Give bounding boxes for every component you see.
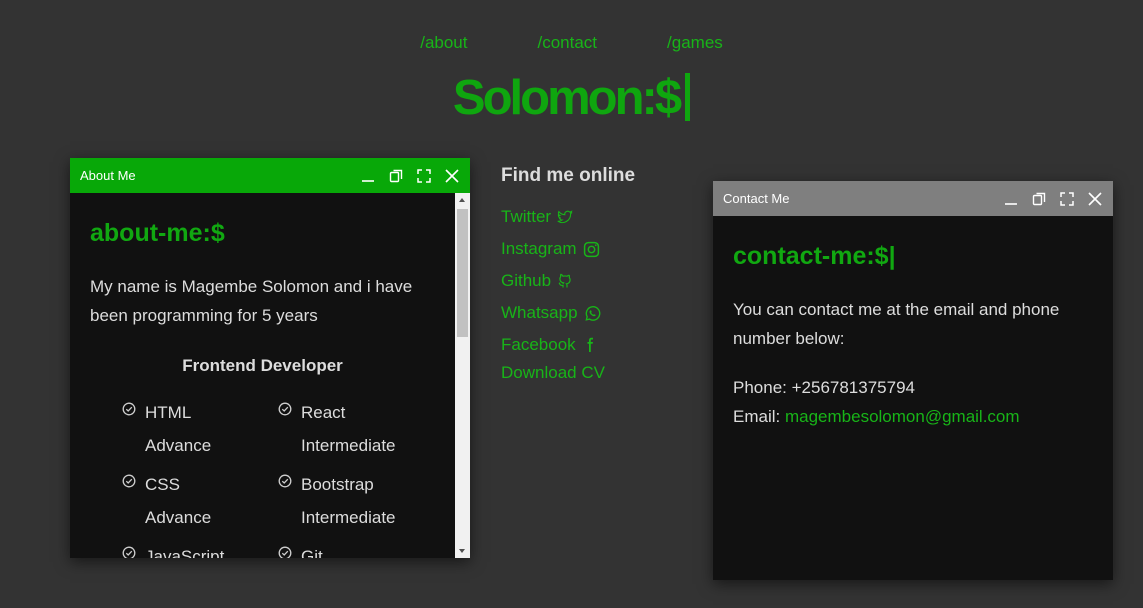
- skill-level: Advance: [145, 436, 212, 455]
- skill-name: Git: [301, 547, 323, 558]
- github-icon: [558, 273, 571, 288]
- email-link[interactable]: magembesolomon@gmail.com: [785, 407, 1020, 426]
- skill-item: Git: [278, 540, 434, 558]
- about-window-title: About Me: [80, 168, 136, 183]
- link-label: Twitter: [501, 207, 552, 226]
- restore-icon[interactable]: [388, 168, 404, 184]
- skill-level: Intermediate: [301, 436, 396, 455]
- whatsapp-icon: [584, 305, 600, 321]
- scrollbar-thumb[interactable]: [457, 209, 468, 337]
- skill-name: HTML: [145, 403, 192, 422]
- fullscreen-icon[interactable]: [416, 168, 432, 184]
- email-label: Email:: [733, 407, 785, 426]
- social-link-twitter[interactable]: Twitter: [501, 201, 635, 233]
- cursor-icon: [685, 73, 691, 121]
- close-icon[interactable]: [1087, 191, 1103, 207]
- skill-level: Intermediate: [301, 508, 396, 527]
- social-link-whatsapp[interactable]: Whatsapp: [501, 297, 635, 329]
- top-nav: /about /contact /games: [0, 33, 1143, 53]
- skill-name: Bootstrap: [301, 475, 374, 494]
- link-label: Whatsapp: [501, 303, 578, 322]
- skill-name: React: [301, 403, 346, 422]
- skills-list: HTML Advance React Intermediate CSS Advance…: [122, 396, 435, 558]
- nav-about-link[interactable]: /about: [420, 33, 467, 53]
- check-circle-icon: [278, 546, 292, 558]
- skill-item: React Intermediate: [278, 396, 434, 462]
- link-label: Github: [501, 271, 552, 290]
- social-links: Twitter Instagram Github Whatsapp Facebo…: [501, 201, 635, 385]
- about-paragraph: My name is Magembe Solomon and i have be…: [90, 277, 413, 325]
- phone-text: Phone: +256781375794: [733, 378, 915, 397]
- link-label: Download CV: [501, 363, 605, 382]
- contact-window: Contact Me contact-me:$| You can contact…: [713, 181, 1113, 580]
- nav-games-link[interactable]: /games: [667, 33, 723, 53]
- contact-details: Phone: +256781375794 Email: magembesolom…: [733, 373, 1093, 431]
- link-label: Instagram: [501, 239, 577, 258]
- contact-window-controls: [1003, 191, 1103, 207]
- role-title: Frontend Developer: [182, 356, 343, 375]
- twitter-icon: [557, 210, 573, 224]
- check-circle-icon: [122, 402, 136, 416]
- link-label: Facebook: [501, 335, 576, 354]
- about-heading: about-me:$: [90, 219, 225, 247]
- social-link-facebook[interactable]: Facebook: [501, 329, 635, 361]
- skill-item: HTML Advance: [122, 396, 278, 462]
- brand-title: Solomon:$: [0, 70, 1143, 126]
- email-row: Email: magembesolomon@gmail.com: [733, 407, 1020, 426]
- social-link-instagram[interactable]: Instagram: [501, 233, 635, 265]
- minimize-icon[interactable]: [360, 168, 376, 184]
- contact-heading: contact-me:$|: [733, 242, 896, 270]
- instagram-icon: [583, 241, 599, 257]
- scroll-down-icon[interactable]: [459, 549, 465, 553]
- skill-item: JavaScript: [122, 540, 278, 558]
- minimize-icon[interactable]: [1003, 191, 1019, 207]
- skill-item: CSS Advance: [122, 468, 278, 534]
- contact-window-body: contact-me:$| You can contact me at the …: [713, 242, 1113, 431]
- check-circle-icon: [278, 474, 292, 488]
- brand-text: Solomon:$: [452, 71, 682, 125]
- contact-window-title: Contact Me: [723, 191, 790, 206]
- download-cv-link[interactable]: Download CV: [501, 361, 635, 385]
- find-online-section: Find me online Twitter Instagram Github …: [501, 165, 635, 385]
- restore-icon[interactable]: [1031, 191, 1047, 207]
- nav-contact-link[interactable]: /contact: [537, 33, 597, 53]
- close-icon[interactable]: [444, 168, 460, 184]
- contact-paragraph: You can contact me at the email and phon…: [733, 300, 1060, 348]
- skill-level: Advance: [145, 508, 212, 527]
- skill-item: Bootstrap Intermediate: [278, 468, 434, 534]
- about-window-body: about-me:$ My name is Magembe Solomon an…: [70, 193, 455, 558]
- check-circle-icon: [278, 402, 292, 416]
- scroll-up-icon[interactable]: [459, 198, 465, 202]
- check-circle-icon: [122, 474, 136, 488]
- find-online-heading: Find me online: [501, 165, 636, 186]
- skill-name: JavaScript: [145, 547, 225, 558]
- about-titlebar[interactable]: About Me: [70, 158, 470, 193]
- skill-name: CSS: [145, 475, 180, 494]
- about-scrollbar[interactable]: [455, 193, 470, 558]
- social-link-github[interactable]: Github: [501, 265, 635, 297]
- fullscreen-icon[interactable]: [1059, 191, 1075, 207]
- about-window-controls: [360, 168, 460, 184]
- facebook-icon: [587, 337, 593, 352]
- contact-titlebar[interactable]: Contact Me: [713, 181, 1113, 216]
- about-window: About Me about-me:$ My name is Magembe S…: [70, 158, 470, 558]
- check-circle-icon: [122, 546, 136, 558]
